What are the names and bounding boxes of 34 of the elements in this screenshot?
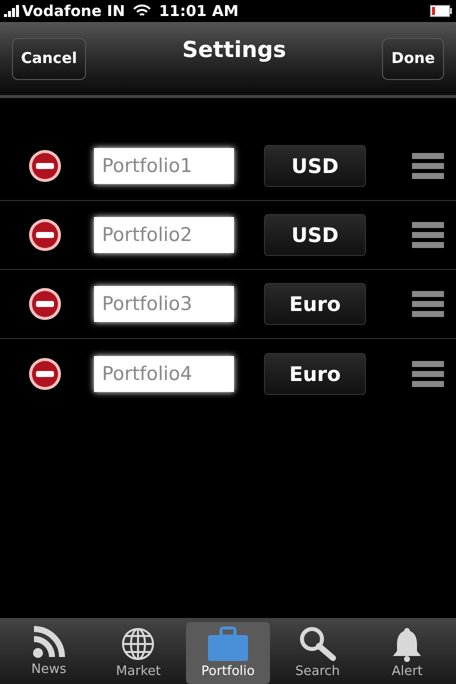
tab-button[interactable]: Search [276, 622, 360, 684]
bell-icon [391, 626, 424, 662]
delete-icon[interactable] [28, 149, 62, 183]
currency-button[interactable]: Euro [264, 352, 366, 394]
delete-icon[interactable] [28, 356, 62, 390]
globe-icon [120, 626, 156, 662]
rss-icon [30, 626, 67, 660]
tab-button[interactable]: Alert [365, 622, 450, 684]
status-time: 11:01 AM [159, 0, 239, 22]
tab-button[interactable]: News [6, 622, 91, 684]
reorder-icon[interactable] [412, 222, 444, 248]
reorder-icon[interactable] [412, 153, 444, 179]
wifi-icon [133, 4, 151, 18]
portfolio-name-field[interactable]: Portfolio4 [94, 356, 234, 392]
currency-button[interactable]: Euro [264, 283, 366, 325]
reorder-icon[interactable] [412, 291, 444, 317]
tab-button[interactable]: Market [96, 622, 180, 684]
delete-icon[interactable] [28, 218, 62, 252]
battery-icon [430, 5, 452, 17]
screen-title: Settings [182, 37, 286, 65]
done-button[interactable]: Done [382, 38, 444, 80]
signal-icon [4, 5, 22, 17]
currency-button[interactable]: USD [264, 214, 366, 256]
briefcase-icon [206, 626, 250, 662]
cancel-button[interactable]: Cancel [12, 38, 86, 80]
delete-icon[interactable] [28, 287, 62, 321]
portfolio-name-field[interactable]: Portfolio2 [94, 217, 234, 253]
currency-button[interactable]: USD [264, 145, 366, 187]
portfolio-name-field[interactable]: Portfolio1 [94, 148, 234, 184]
tab-button[interactable]: Portfolio [186, 622, 270, 684]
portfolio-name-field[interactable]: Portfolio3 [94, 286, 234, 322]
reorder-icon[interactable] [412, 360, 444, 386]
search-icon [298, 626, 338, 662]
carrier-name: Vodafone IN [22, 0, 125, 22]
